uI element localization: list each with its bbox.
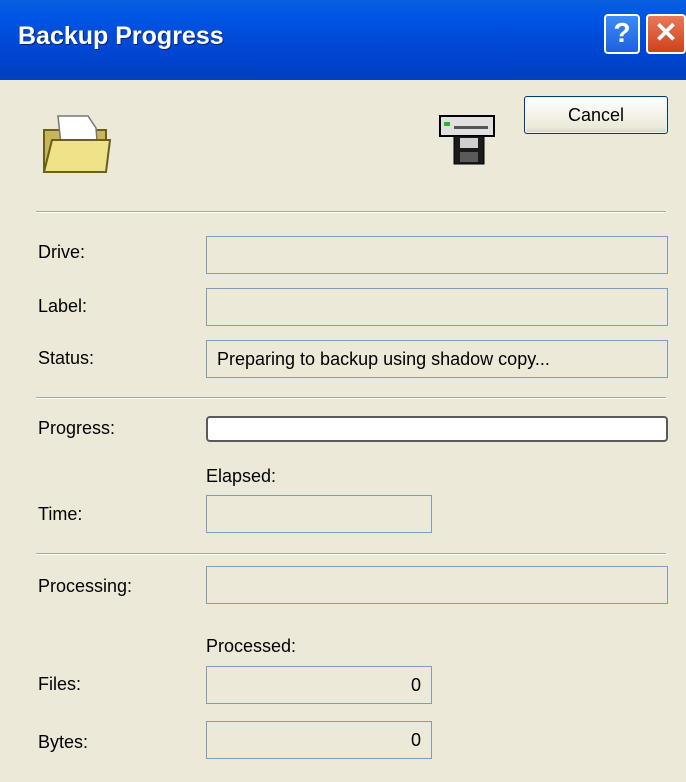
cancel-button[interactable]: Cancel bbox=[524, 96, 668, 134]
elapsed-header: Elapsed: bbox=[206, 466, 277, 486]
volume-label-field bbox=[206, 288, 668, 326]
bytes-label: Bytes: bbox=[38, 732, 89, 752]
elapsed-time-field bbox=[206, 495, 432, 533]
close-button[interactable]: ✕ bbox=[646, 14, 686, 54]
help-button[interactable]: ? bbox=[604, 14, 640, 54]
processing-label: Processing: bbox=[38, 576, 133, 596]
separator bbox=[36, 397, 666, 399]
status-label: Status: bbox=[38, 348, 95, 368]
backup-drive-icon bbox=[439, 115, 495, 165]
window-title: Backup Progress bbox=[18, 22, 224, 50]
files-count-field: 0 bbox=[206, 666, 432, 704]
title-bar[interactable]: Backup Progress ? ✕ bbox=[0, 0, 686, 80]
time-label: Time: bbox=[38, 504, 83, 524]
processing-field bbox=[206, 566, 668, 604]
files-label: Files: bbox=[38, 674, 82, 694]
drive-field bbox=[206, 236, 668, 274]
bytes-count-field: 0 bbox=[206, 721, 432, 759]
separator bbox=[36, 553, 666, 555]
separator bbox=[36, 211, 666, 213]
open-folder-icon bbox=[42, 115, 112, 173]
drive-label: Drive: bbox=[38, 242, 86, 262]
progress-label: Progress: bbox=[38, 418, 116, 438]
progress-bar bbox=[206, 416, 668, 442]
processed-header: Processed: bbox=[206, 636, 297, 656]
volume-label-label: Label: bbox=[38, 296, 88, 316]
status-field: Preparing to backup using shadow copy... bbox=[206, 340, 668, 378]
